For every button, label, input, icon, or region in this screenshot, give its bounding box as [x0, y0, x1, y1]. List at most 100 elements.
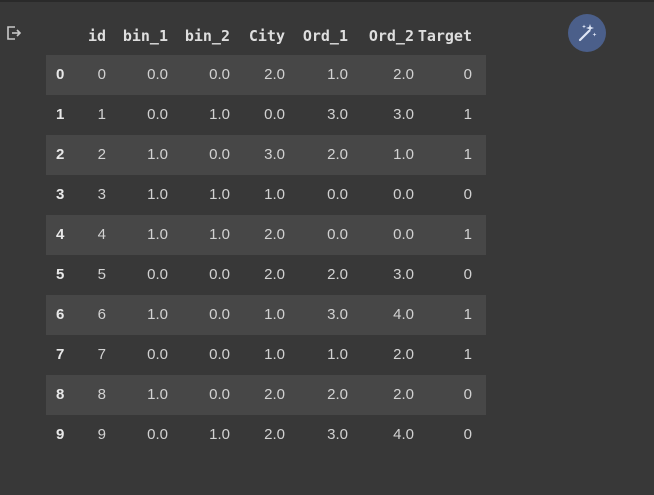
row-index: 3 — [56, 186, 65, 203]
table-header-row: id bin_1 bin_2 City Ord_1 Ord_2 Target — [46, 17, 486, 55]
cell-ord-2: 1.0 — [393, 146, 414, 163]
cell-ord-1: 3.0 — [327, 306, 348, 323]
cell-ord-2: 4.0 — [393, 306, 414, 323]
cell-target: 0 — [463, 426, 472, 443]
cell-ord-1: 2.0 — [327, 266, 348, 283]
table-row: 6 6 1.0 0.0 1.0 3.0 4.0 1 — [46, 295, 486, 335]
cell-ord-1: 3.0 — [327, 106, 348, 123]
cell-id: 9 — [97, 426, 106, 443]
cell-bin-2: 1.0 — [209, 106, 230, 123]
cell-bin-2: 1.0 — [209, 186, 230, 203]
suggest-charts-button[interactable] — [568, 14, 606, 52]
column-header-ord-2: Ord_2 — [368, 27, 414, 45]
row-index: 5 — [56, 266, 65, 283]
dataframe-table: id bin_1 bin_2 City Ord_1 Ord_2 Target 0… — [46, 17, 486, 455]
cell-bin-1: 1.0 — [147, 226, 168, 243]
cell-id: 1 — [97, 106, 106, 123]
table-row: 7 7 0.0 0.0 1.0 1.0 2.0 1 — [46, 335, 486, 375]
column-header-ord-1: Ord_1 — [302, 27, 348, 45]
column-header-id: id — [87, 27, 106, 45]
row-index: 8 — [56, 386, 65, 403]
table-row: 1 1 0.0 1.0 0.0 3.0 3.0 1 — [46, 95, 486, 135]
cell-bin-1: 0.0 — [147, 106, 168, 123]
cell-city: 2.0 — [264, 266, 285, 283]
cell-bin-1: 0.0 — [147, 426, 168, 443]
column-header-target: Target — [417, 27, 472, 45]
cell-id: 5 — [97, 266, 106, 283]
index-header — [46, 17, 78, 55]
cell-bin-1: 0.0 — [147, 346, 168, 363]
table-row: 9 9 0.0 1.0 2.0 3.0 4.0 0 — [46, 415, 486, 455]
cell-ord-2: 0.0 — [393, 186, 414, 203]
cell-bin-2: 0.0 — [209, 266, 230, 283]
row-index: 6 — [56, 306, 65, 323]
cell-top-divider — [0, 0, 654, 2]
cell-target: 1 — [463, 106, 472, 123]
cell-ord-2: 3.0 — [393, 106, 414, 123]
table-row: 8 8 1.0 0.0 2.0 2.0 2.0 0 — [46, 375, 486, 415]
cell-ord-2: 0.0 — [393, 226, 414, 243]
output-redirect-icon[interactable] — [6, 25, 22, 41]
cell-bin-1: 1.0 — [147, 146, 168, 163]
cell-city: 2.0 — [264, 226, 285, 243]
cell-city: 1.0 — [264, 346, 285, 363]
cell-bin-2: 0.0 — [209, 306, 230, 323]
table-row: 3 3 1.0 1.0 1.0 0.0 0.0 0 — [46, 175, 486, 215]
magic-wand-icon — [576, 22, 598, 44]
cell-city: 1.0 — [264, 186, 285, 203]
cell-ord-1: 0.0 — [327, 186, 348, 203]
cell-id: 4 — [97, 226, 106, 243]
cell-id: 0 — [97, 66, 106, 83]
cell-city: 2.0 — [264, 426, 285, 443]
cell-target: 0 — [463, 266, 472, 283]
table-body: 0 0 0.0 0.0 2.0 1.0 2.0 0 1 1 0.0 1.0 0.0 3.0 3.0 1 2 2 1.… — [46, 55, 486, 455]
column-header-bin-1: bin_1 — [122, 27, 168, 45]
table-row: 2 2 1.0 0.0 3.0 2.0 1.0 1 — [46, 135, 486, 175]
cell-target: 0 — [463, 66, 472, 83]
row-index: 9 — [56, 426, 65, 443]
table-row: 4 4 1.0 1.0 2.0 0.0 0.0 1 — [46, 215, 486, 255]
table-row: 0 0 0.0 0.0 2.0 1.0 2.0 0 — [46, 55, 486, 95]
row-index: 7 — [56, 346, 65, 363]
cell-bin-1: 0.0 — [147, 266, 168, 283]
row-index: 2 — [56, 146, 65, 163]
cell-id: 2 — [97, 146, 106, 163]
row-index: 1 — [56, 106, 65, 123]
cell-ord-1: 3.0 — [327, 426, 348, 443]
cell-ord-2: 4.0 — [393, 426, 414, 443]
cell-bin-1: 1.0 — [147, 306, 168, 323]
cell-bin-2: 1.0 — [209, 226, 230, 243]
cell-city: 2.0 — [264, 66, 285, 83]
cell-bin-2: 0.0 — [209, 386, 230, 403]
cell-id: 7 — [97, 346, 106, 363]
cell-ord-1: 1.0 — [327, 346, 348, 363]
cell-ord-1: 2.0 — [327, 386, 348, 403]
cell-ord-1: 0.0 — [327, 226, 348, 243]
row-index: 4 — [56, 226, 65, 243]
cell-target: 0 — [463, 186, 472, 203]
cell-ord-1: 2.0 — [327, 146, 348, 163]
column-header-city: City — [248, 27, 285, 45]
cell-bin-1: 1.0 — [147, 186, 168, 203]
cell-city: 2.0 — [264, 386, 285, 403]
cell-bin-2: 1.0 — [209, 426, 230, 443]
cell-ord-2: 2.0 — [393, 66, 414, 83]
cell-target: 1 — [463, 346, 472, 363]
cell-bin-1: 1.0 — [147, 386, 168, 403]
dataframe-output: id bin_1 bin_2 City Ord_1 Ord_2 Target 0… — [46, 17, 486, 455]
cell-ord-2: 3.0 — [393, 266, 414, 283]
cell-bin-1: 0.0 — [147, 66, 168, 83]
cell-target: 1 — [463, 146, 472, 163]
cell-target: 1 — [463, 226, 472, 243]
cell-city: 1.0 — [264, 306, 285, 323]
cell-ord-2: 2.0 — [393, 346, 414, 363]
column-header-bin-2: bin_2 — [184, 27, 230, 45]
cell-ord-2: 2.0 — [393, 386, 414, 403]
table-row: 5 5 0.0 0.0 2.0 2.0 3.0 0 — [46, 255, 486, 295]
cell-id: 6 — [97, 306, 106, 323]
cell-id: 3 — [97, 186, 106, 203]
cell-target: 1 — [463, 306, 472, 323]
cell-bin-2: 0.0 — [209, 346, 230, 363]
row-index: 0 — [56, 66, 65, 83]
cell-id: 8 — [97, 386, 106, 403]
